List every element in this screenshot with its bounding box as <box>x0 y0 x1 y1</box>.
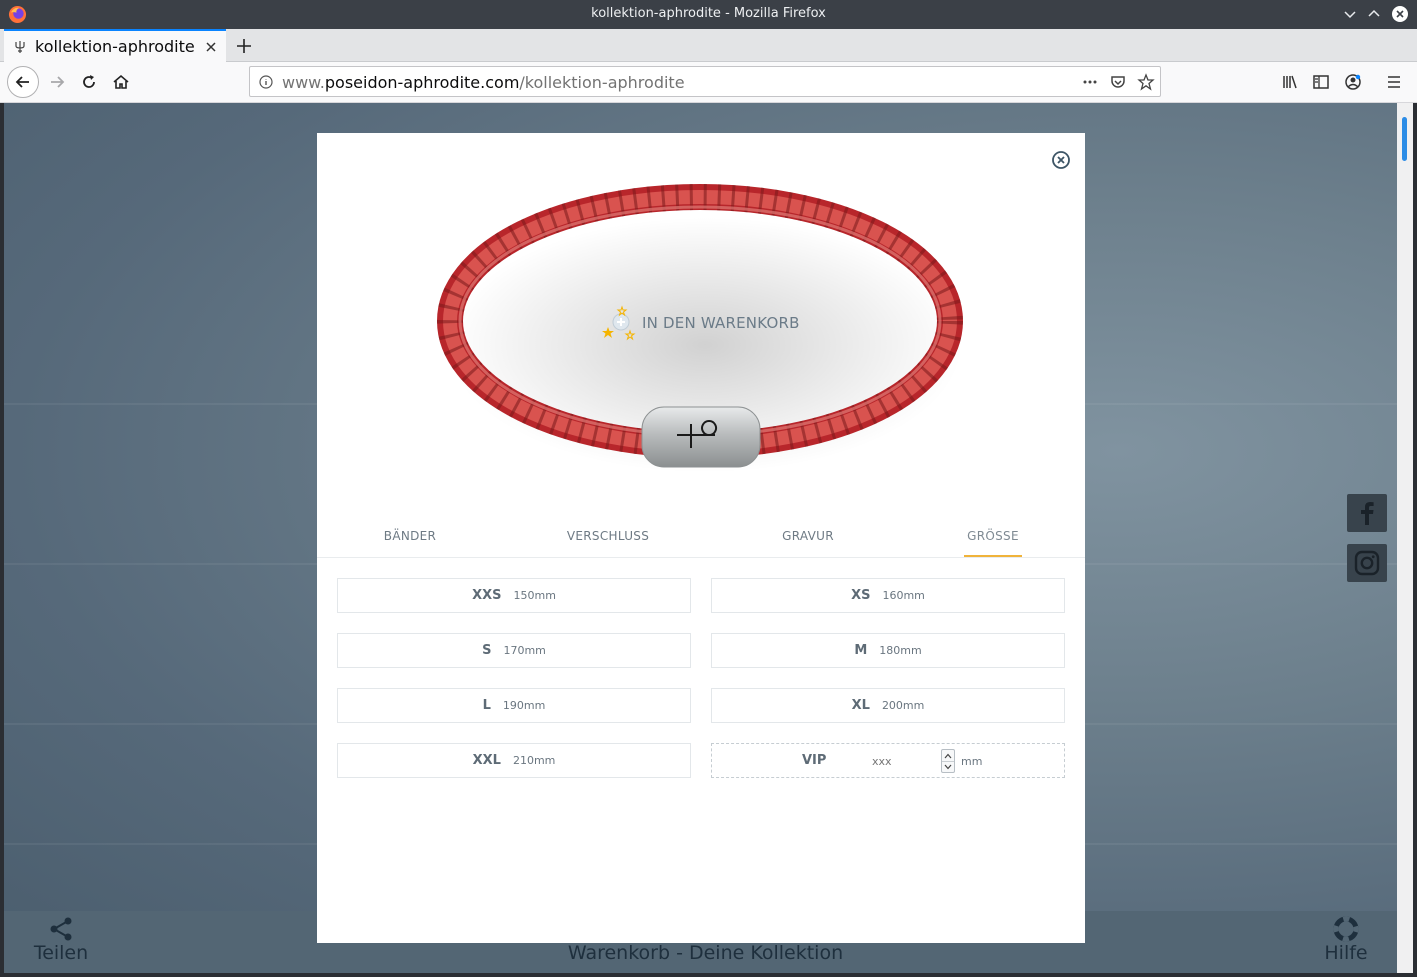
scrollbar-thumb[interactable] <box>1402 117 1407 161</box>
library-icon <box>1283 75 1297 89</box>
help-label: Hilfe <box>1324 942 1368 964</box>
navigation-toolbar: www.poseidon-aphrodite.com/kollektion-ap… <box>0 62 1417 103</box>
active-tab-indicator <box>964 555 1022 557</box>
trident-favicon-icon <box>15 41 25 53</box>
tab-baender[interactable]: BÄNDER <box>384 529 436 543</box>
sidebar-icon <box>1313 75 1329 89</box>
window-border <box>1413 103 1417 977</box>
account-button[interactable] <box>1337 66 1369 98</box>
facebook-icon <box>1361 502 1374 525</box>
tab-groesse[interactable]: GRÖSSE <box>967 529 1019 543</box>
size-option-l[interactable]: L 190mm <box>337 688 691 723</box>
url-path: /kollektion-aphrodite <box>519 73 685 92</box>
home-icon <box>113 74 129 89</box>
instagram-icon <box>1354 550 1380 576</box>
size-length: 160mm <box>882 589 925 602</box>
bookmark-star-icon[interactable] <box>1137 73 1155 91</box>
stepper-down-button[interactable] <box>942 761 954 772</box>
size-length: 180mm <box>879 644 922 657</box>
size-option-s[interactable]: S 170mm <box>337 633 691 668</box>
chevron-up-icon <box>944 753 952 758</box>
forward-arrow-icon <box>51 76 65 88</box>
size-label: L <box>482 698 491 713</box>
size-option-m[interactable]: M 180mm <box>711 633 1065 668</box>
reload-button[interactable] <box>73 66 105 98</box>
size-length: 190mm <box>502 699 546 712</box>
menu-button[interactable] <box>1378 66 1410 98</box>
library-button[interactable] <box>1274 66 1306 98</box>
site-info-icon[interactable] <box>259 75 273 89</box>
stars-cart-icon <box>602 305 636 341</box>
window-title: kollektion-aphrodite - Mozilla Firefox <box>591 6 826 21</box>
size-option-xxl[interactable]: XXL 210mm <box>337 743 691 778</box>
reload-icon <box>83 75 95 88</box>
size-label: XXL <box>472 753 501 768</box>
maximize-icon[interactable] <box>1366 6 1382 22</box>
pocket-icon[interactable] <box>1109 73 1127 91</box>
size-length: 200mm <box>881 699 925 712</box>
instagram-button[interactable] <box>1347 544 1387 582</box>
back-arrow-icon <box>15 76 29 88</box>
home-button[interactable] <box>105 66 137 98</box>
lifebuoy-icon <box>1333 916 1359 942</box>
url-text[interactable]: www.poseidon-aphrodite.com/kollektion-ap… <box>282 73 685 92</box>
configurator-tabs: BÄNDER VERSCHLUSS GRAVUR GRÖSSE <box>317 525 1085 558</box>
vip-stepper[interactable] <box>941 749 955 773</box>
product-configurator-modal: IN DEN WARENKORB BÄNDER VERSCHLUSS GRAVU… <box>317 133 1085 943</box>
size-length: 170mm <box>503 644 546 657</box>
url-domain: poseidon-aphrodite.com <box>324 73 520 92</box>
hamburger-menu-icon <box>1388 76 1400 88</box>
size-option-xl[interactable]: XL 200mm <box>711 688 1065 723</box>
size-label: XL <box>851 698 870 713</box>
page-viewport: Teilen Warenkorb - Deine Kollektion Hilf… <box>4 103 1397 973</box>
share-icon <box>50 917 72 941</box>
window-close-icon[interactable] <box>1391 5 1409 23</box>
forward-button[interactable] <box>41 66 73 98</box>
add-to-cart-label: IN DEN WARENKORB <box>642 314 800 332</box>
size-length: 150mm <box>513 589 556 602</box>
size-label: XXS <box>472 588 502 603</box>
page-scrollbar[interactable] <box>1397 103 1413 973</box>
page-actions-icon[interactable] <box>1081 73 1099 91</box>
tab-label: kollektion-aphrodite <box>35 37 195 56</box>
tab-gravur[interactable]: GRAVUR <box>782 529 834 543</box>
size-option-xxs[interactable]: XXS 150mm <box>337 578 691 613</box>
cart-collection-label[interactable]: Warenkorb - Deine Kollektion <box>4 942 1397 964</box>
size-option-xs[interactable]: XS 160mm <box>711 578 1065 613</box>
account-icon <box>1345 74 1361 90</box>
address-bar[interactable]: www.poseidon-aphrodite.com/kollektion-ap… <box>249 66 1161 97</box>
add-to-cart-button[interactable]: IN DEN WARENKORB <box>602 305 800 341</box>
vip-unit: mm <box>961 755 983 768</box>
modal-close-icon[interactable] <box>1051 150 1071 170</box>
size-label: XS <box>851 588 871 603</box>
size-label: M <box>854 643 868 658</box>
tab-close-icon[interactable] <box>204 40 218 54</box>
stepper-up-button[interactable] <box>942 750 954 761</box>
tab-kollektion-aphrodite[interactable]: kollektion-aphrodite <box>4 29 226 62</box>
vip-custom-size: VIP mm <box>711 743 1065 778</box>
sidebar-button[interactable] <box>1305 66 1337 98</box>
back-button[interactable] <box>7 66 39 98</box>
chevron-down-icon <box>944 764 952 770</box>
facebook-button[interactable] <box>1347 494 1387 532</box>
url-prefix: www. <box>282 73 325 92</box>
minimize-icon[interactable] <box>1342 6 1358 22</box>
size-label: S <box>482 643 492 658</box>
size-length: 210mm <box>512 754 556 767</box>
window-titlebar: kollektion-aphrodite - Mozilla Firefox <box>0 0 1417 29</box>
vip-label: VIP <box>802 753 827 768</box>
help-button[interactable]: Hilfe <box>1316 911 1376 964</box>
new-tab-icon[interactable] <box>233 35 255 57</box>
tab-verschluss[interactable]: VERSCHLUSS <box>567 529 649 543</box>
tab-strip: kollektion-aphrodite <box>0 29 1417 62</box>
